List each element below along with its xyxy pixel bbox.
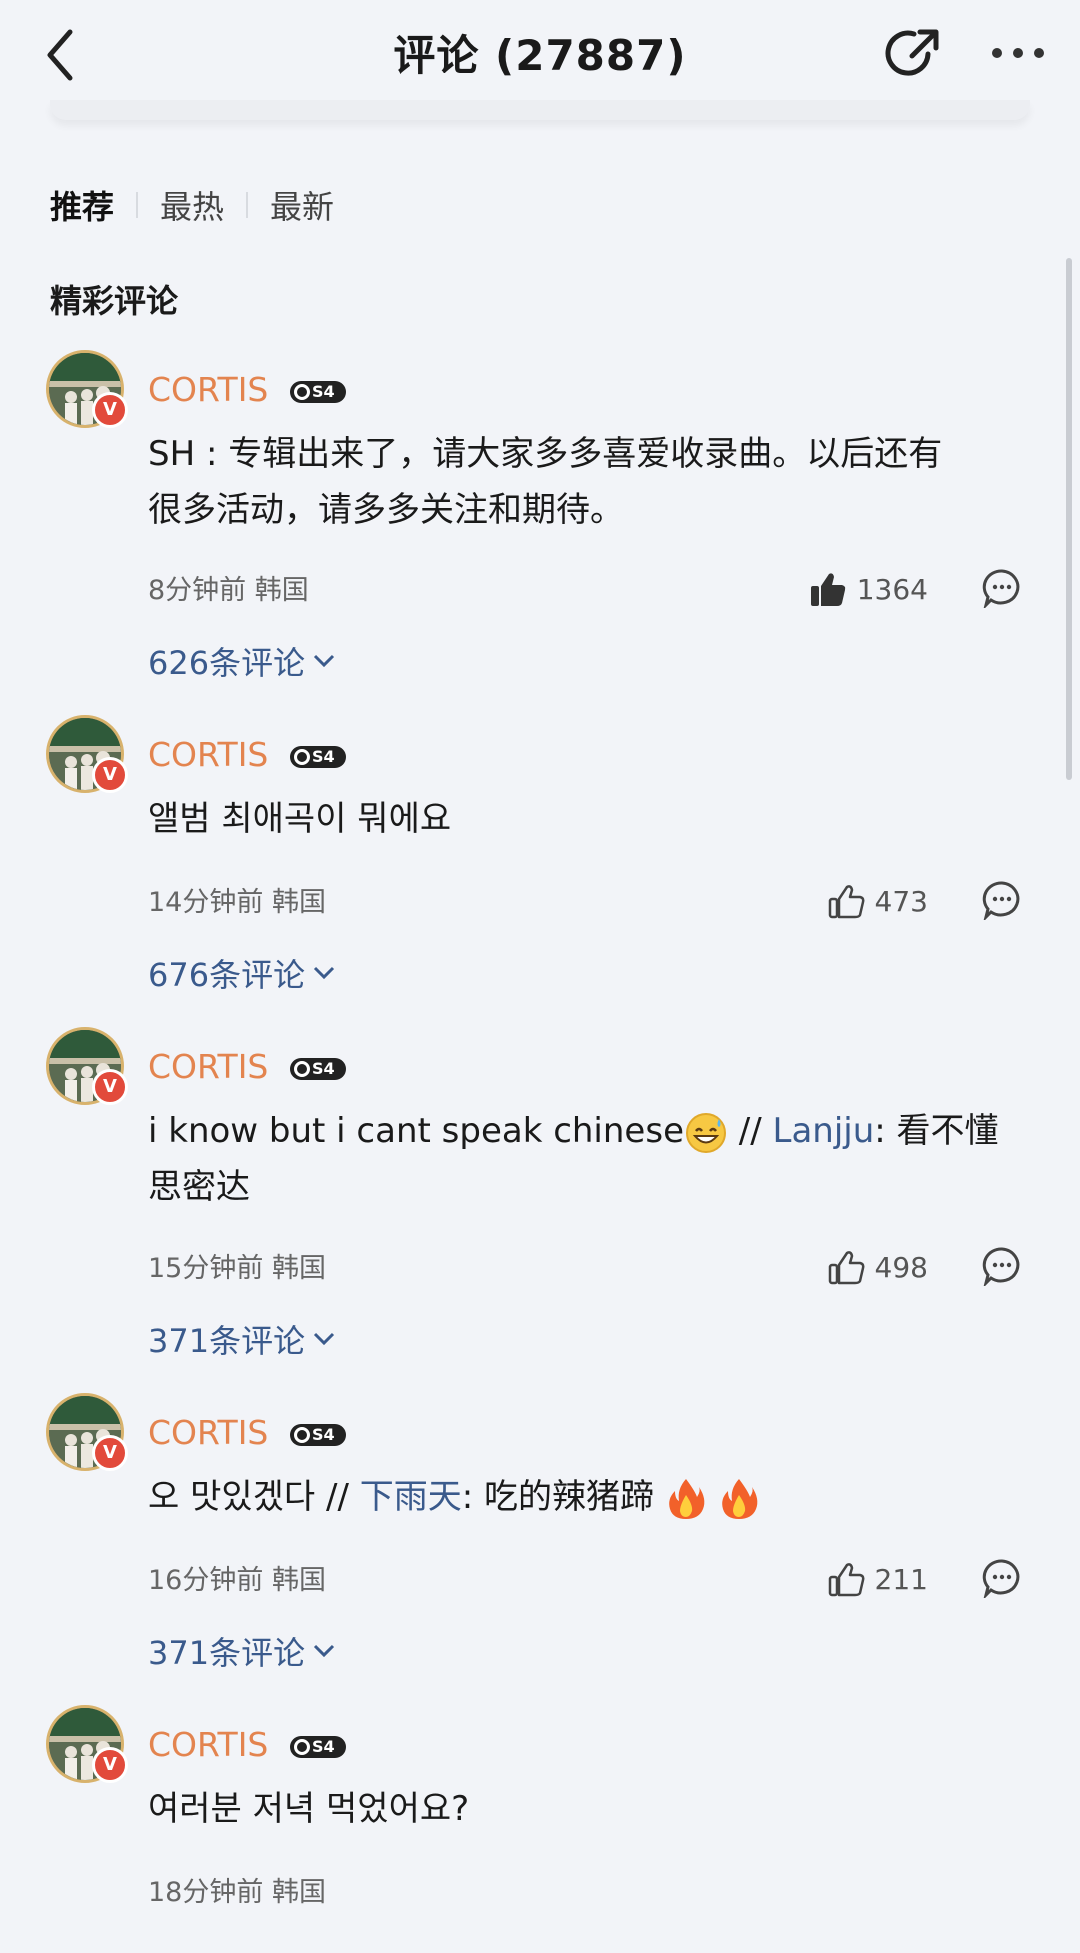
like-button[interactable]: 1364 <box>809 570 928 608</box>
level-badge-icon: S4 <box>290 381 346 403</box>
replies-toggle[interactable]: 626条评论 <box>148 638 337 684</box>
comment-time: 8分钟前 <box>148 575 247 606</box>
like-count: 498 <box>874 1250 928 1284</box>
like-button[interactable]: 498 <box>827 1248 928 1286</box>
comment-location: 韩国 <box>271 887 326 918</box>
scrollbar[interactable] <box>1066 258 1072 780</box>
comment-meta: 18分钟前 韩国 <box>148 1870 326 1909</box>
reply-icon[interactable] <box>982 1246 1022 1286</box>
comment-text: 여러분 저녁 먹었어요? <box>148 1789 470 1829</box>
level-badge-icon: S4 <box>290 1736 346 1758</box>
replies-toggle[interactable]: 371条评论 <box>148 1316 337 1362</box>
comment-location: 韩国 <box>271 1565 326 1596</box>
tab-divider <box>246 192 249 218</box>
comment-meta: 8分钟前 韩国 <box>148 568 309 607</box>
grinning-sweat-emoji-icon <box>685 1112 726 1153</box>
more-options-icon[interactable] <box>990 46 1046 60</box>
section-title: 精彩评论 <box>50 282 179 320</box>
comment-meta: 14分钟前 韩国 <box>148 880 326 919</box>
like-count: 1364 <box>856 572 928 606</box>
tab-divider <box>136 192 139 218</box>
chevron-down-icon <box>314 1644 335 1658</box>
username[interactable]: CORTIS <box>148 1413 268 1452</box>
comment-meta: 15分钟前 韩国 <box>148 1246 326 1285</box>
thumbs-up-icon <box>828 885 864 919</box>
like-button[interactable]: 473 <box>827 882 928 920</box>
username[interactable]: CORTIS <box>148 370 268 409</box>
fire-emoji-icon <box>721 1478 757 1519</box>
comment-location: 韩国 <box>254 575 309 606</box>
verified-badge-icon: V <box>92 1069 128 1105</box>
comment-text: 오 맛있겠다 // 下雨天: 吃的辣猪蹄 <box>148 1469 1008 1525</box>
mention-link[interactable]: Lanjju <box>773 1111 875 1151</box>
chevron-down-icon <box>314 654 335 668</box>
share-icon[interactable] <box>884 24 944 84</box>
comment-location: 韩国 <box>271 1253 326 1284</box>
comment-text: SH : 专辑出来了，请大家多多喜爱收录曲。以后还有 很多活动，请多多关注和期待… <box>148 434 943 530</box>
reply-icon[interactable] <box>982 1558 1022 1598</box>
comment-text: i know but i cant speak chinese // Lanjj… <box>148 1111 999 1207</box>
like-count: 211 <box>874 1562 928 1596</box>
verified-badge-icon: V <box>92 1747 128 1783</box>
comment-time: 14分钟前 <box>148 887 264 918</box>
replies-toggle[interactable]: 676条评论 <box>148 950 337 996</box>
level-badge-icon: S4 <box>290 746 346 768</box>
chevron-down-icon <box>314 1332 335 1346</box>
verified-badge-icon: V <box>92 1435 128 1471</box>
tab-recommended[interactable]: 推荐 <box>50 182 114 228</box>
replies-toggle[interactable]: 371条评论 <box>148 1628 337 1674</box>
comment-time: 15分钟前 <box>148 1253 264 1284</box>
verified-badge-icon: V <box>92 392 128 428</box>
verified-badge-icon: V <box>92 757 128 793</box>
username[interactable]: CORTIS <box>148 1047 268 1086</box>
thumbs-up-filled-icon <box>810 573 845 606</box>
comment-meta: 16分钟前 韩国 <box>148 1558 326 1597</box>
comment-time: 16分钟前 <box>148 1565 264 1596</box>
thumbs-up-icon <box>828 1563 864 1597</box>
comment-text: 앨범 최애곡이 뭐에요 <box>148 799 452 839</box>
username[interactable]: CORTIS <box>148 1725 268 1764</box>
reply-icon[interactable] <box>982 568 1022 608</box>
username[interactable]: CORTIS <box>148 735 268 774</box>
like-button[interactable]: 211 <box>827 1560 928 1598</box>
tab-hottest[interactable]: 最热 <box>160 182 224 228</box>
tab-newest[interactable]: 最新 <box>270 182 334 228</box>
top-bar: 评论 (27887) <box>0 0 1080 112</box>
thumbs-up-icon <box>828 1251 864 1285</box>
header-shadow <box>50 100 1030 120</box>
level-badge-icon: S4 <box>290 1424 346 1446</box>
chevron-down-icon <box>314 966 335 980</box>
comment-location: 韩国 <box>271 1877 326 1908</box>
comment-time: 18分钟前 <box>148 1877 264 1908</box>
level-badge-icon: S4 <box>290 1058 346 1080</box>
mention-link[interactable]: 下雨天 <box>360 1477 462 1517</box>
like-count: 473 <box>874 884 928 918</box>
sort-tabs: 推荐 最热 最新 <box>50 180 334 230</box>
reply-icon[interactable] <box>982 880 1022 920</box>
fire-emoji-icon <box>669 1478 705 1519</box>
